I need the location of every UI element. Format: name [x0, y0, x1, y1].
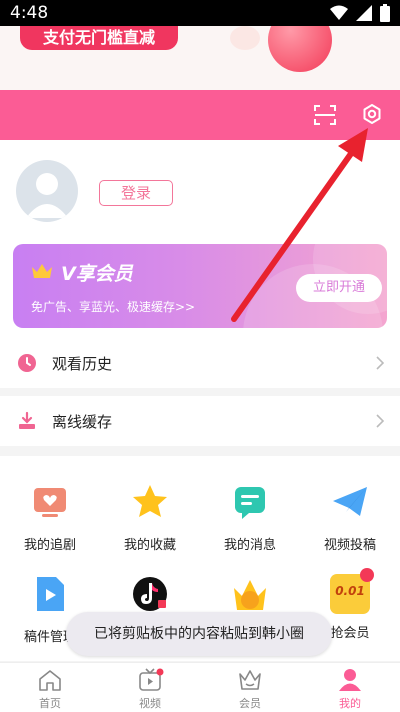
wifi-icon [330, 5, 348, 20]
grid-item-label: 视频投稿 [323, 538, 376, 553]
tab-mine[interactable]: 我的 [300, 663, 400, 712]
download-icon [19, 411, 35, 429]
vip-open-button[interactable]: 立即开通 [296, 274, 382, 302]
tab-label: 会员 [239, 697, 261, 710]
login-button[interactable]: 登录 [99, 180, 173, 206]
grid-item-messages[interactable]: 我的消息 [200, 482, 300, 553]
menu-row-offline-cache[interactable]: 离线缓存 [0, 396, 400, 446]
video-tab-icon [139, 668, 164, 691]
crown-tab-icon [239, 670, 261, 690]
status-time: 4:48 [10, 3, 49, 23]
bottom-tab-bar: 首页 视频 会员 我的 [0, 662, 400, 712]
vip-crown-icon [234, 580, 266, 610]
clock-icon [18, 354, 36, 372]
message-icon [235, 487, 265, 519]
video-file-icon [37, 577, 64, 611]
grid-item-favorites[interactable]: 我的收藏 [100, 482, 200, 553]
coupon-icon: 0.01 [330, 568, 374, 614]
status-icons [330, 4, 390, 22]
vip-subtitle[interactable]: 免广告、享蓝光、极速缓存>> [31, 298, 195, 315]
coupon-corner-badge [360, 568, 374, 582]
tab-label: 我的 [339, 697, 361, 710]
person-icon [339, 669, 361, 691]
tab-home[interactable]: 首页 [0, 663, 100, 712]
chevron-right-icon [376, 356, 384, 370]
grid-item-video-submit[interactable]: 视频投稿 [300, 482, 400, 553]
toast-message: 已将剪贴板中的内容粘贴到韩小圈 [66, 612, 332, 656]
status-bar: 4:48 [0, 0, 400, 26]
grid-item-label: 我的收藏 [123, 538, 176, 553]
grid-item-my-drama[interactable]: 我的追剧 [0, 482, 100, 553]
menu-row-label: 离线缓存 [52, 413, 113, 431]
chevron-right-icon [376, 414, 384, 428]
tiktok-icon [133, 577, 167, 611]
promo-button[interactable]: 支付无门槛直减 [20, 26, 178, 50]
avatar[interactable] [16, 160, 78, 222]
tab-label: 首页 [39, 697, 61, 710]
heart-decoration [268, 26, 332, 72]
grid-item-label: 我的追剧 [23, 538, 76, 553]
default-avatar-icon [26, 173, 68, 218]
vip-card[interactable]: V享会员 免广告、享蓝光、极速缓存>> 立即开通 [13, 244, 387, 328]
promo-banner[interactable]: 支付无门槛直减 [0, 26, 400, 90]
tab-video[interactable]: 视频 [100, 663, 200, 712]
paper-plane-icon [333, 487, 367, 516]
crown-icon [32, 264, 52, 278]
profile-section: 登录 V享会员 免广告、享蓝光、极速缓存>> 立即开通 [0, 140, 400, 340]
scan-icon[interactable] [313, 104, 337, 126]
menu-row-label: 观看历史 [52, 355, 113, 373]
tv-heart-icon [34, 488, 66, 517]
home-icon [39, 670, 61, 691]
signal-icon [356, 5, 372, 21]
battery-icon [380, 4, 390, 22]
star-icon [133, 485, 167, 517]
menu-row-history[interactable]: 观看历史 [0, 338, 400, 388]
header-bar [0, 90, 400, 140]
grid-item-label: 我的消息 [223, 538, 276, 553]
vip-title: V享会员 [61, 263, 133, 285]
tab-member[interactable]: 会员 [200, 663, 300, 712]
gear-icon[interactable] [360, 103, 384, 127]
banner-decoration [230, 26, 260, 50]
coupon-badge: 0.01 [335, 584, 365, 598]
tab-label: 视频 [139, 697, 161, 710]
